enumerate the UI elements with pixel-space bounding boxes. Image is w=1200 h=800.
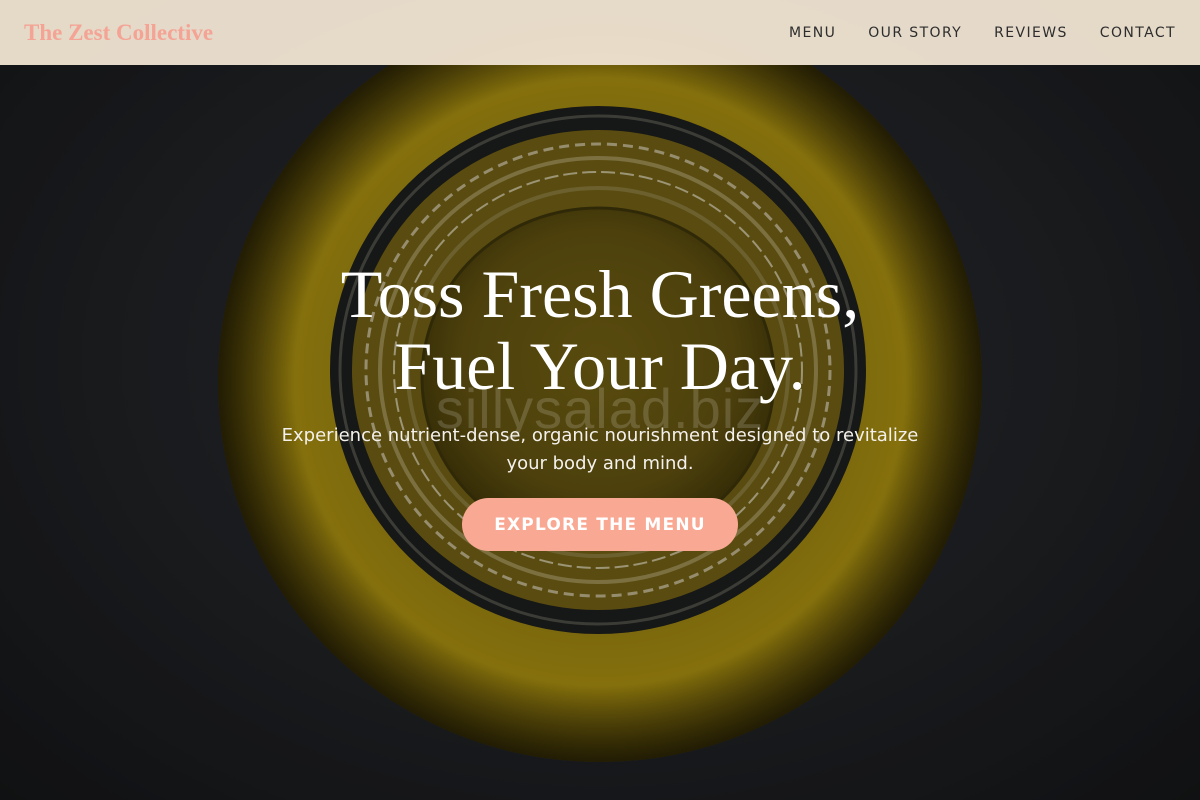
nav-item-menu: MENU [789,24,836,42]
site-header: The Zest Collective MENU OUR STORY REVIE… [0,0,1200,65]
brand-logo-link[interactable]: The Zest Collective [24,20,213,46]
nav-item-reviews: REVIEWS [994,24,1068,42]
main-nav: MENU OUR STORY REVIEWS CONTACT [789,24,1176,42]
nav-link-contact[interactable]: CONTACT [1100,25,1176,41]
hero-title-line-2: Fuel Your Day. [394,328,806,404]
nav-link-menu[interactable]: MENU [789,25,836,41]
hero-section: Toss Fresh Greens, Fuel Your Day. Experi… [0,258,1200,551]
nav-item-contact: CONTACT [1100,24,1176,42]
explore-menu-button[interactable]: EXPLORE THE MENU [462,498,738,551]
nav-link-reviews[interactable]: REVIEWS [994,25,1068,41]
hero-title: Toss Fresh Greens, Fuel Your Day. [0,258,1200,402]
hero-subtitle: Experience nutrient-dense, organic nouri… [281,425,919,474]
hero-title-line-1: Toss Fresh Greens, [340,256,860,332]
landing-page: sillysalad.biz The Zest Collective MENU … [0,0,1200,800]
nav-item-our-story: OUR STORY [868,24,962,42]
nav-link-our-story[interactable]: OUR STORY [868,25,962,41]
